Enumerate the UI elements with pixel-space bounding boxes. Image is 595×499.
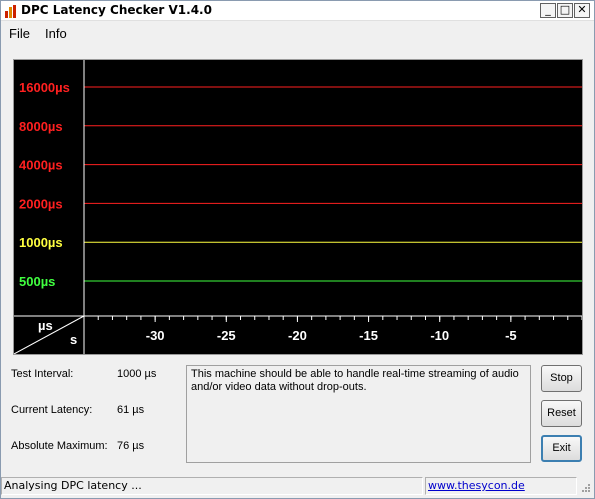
latency-chart: 16000µs 8000µs 4000µs 2000µs 1000µs 500µs µs s -…	[13, 59, 583, 355]
x-unit-label: s	[70, 332, 77, 347]
current-latency-label: Current Latency:	[11, 404, 93, 416]
chart-background	[14, 60, 582, 354]
status-link-panel: www.thesycon.de	[425, 477, 577, 495]
title-bar[interactable]: DPC Latency Checker V1.4.0 _ □ ✕	[1, 1, 594, 21]
menu-info[interactable]: Info	[45, 26, 67, 41]
close-button[interactable]: ✕	[574, 3, 590, 18]
current-latency-value: 61 µs	[117, 404, 145, 416]
exit-button[interactable]: Exit	[541, 435, 582, 462]
y-tick-label: 1000µs	[19, 235, 63, 250]
y-tick-label: 500µs	[19, 274, 55, 289]
app-window: DPC Latency Checker V1.4.0 _ □ ✕ File In…	[0, 0, 595, 499]
menu-bar: File Info	[1, 23, 594, 45]
absolute-maximum-value: 76 µs	[117, 440, 145, 452]
x-tick-label: -30	[146, 328, 165, 343]
y-tick-label: 4000µs	[19, 158, 63, 173]
x-tick-label: -20	[288, 328, 307, 343]
test-interval-value: 1000 µs	[117, 368, 157, 380]
window-title: DPC Latency Checker V1.4.0	[21, 3, 212, 17]
bar-chart-icon	[4, 4, 18, 18]
status-bar: Analysing DPC latency ... www.thesycon.d…	[1, 475, 594, 498]
stop-button[interactable]: Stop	[541, 365, 582, 392]
x-tick-label: -15	[359, 328, 378, 343]
x-tick-label: -5	[505, 328, 517, 343]
result-message: This machine should be able to handle re…	[186, 365, 531, 463]
latency-chart-svg: 16000µs 8000µs 4000µs 2000µs 1000µs 500µs µs s -…	[14, 60, 582, 354]
y-tick-label: 16000µs	[19, 80, 70, 95]
x-tick-label: -25	[217, 328, 236, 343]
test-interval-label: Test Interval:	[11, 368, 74, 380]
y-tick-label: 2000µs	[19, 196, 63, 211]
x-tick-label: -10	[430, 328, 449, 343]
menu-file[interactable]: File	[9, 26, 30, 41]
resize-grip-icon[interactable]	[579, 483, 591, 495]
y-tick-label: 8000µs	[19, 119, 63, 134]
reset-button[interactable]: Reset	[541, 400, 582, 427]
status-text: Analysing DPC latency ...	[1, 477, 423, 495]
website-link[interactable]: www.thesycon.de	[428, 479, 525, 492]
absolute-maximum-label: Absolute Maximum:	[11, 440, 108, 452]
maximize-button[interactable]: □	[557, 3, 573, 18]
minimize-button[interactable]: _	[540, 3, 556, 18]
y-unit-label: µs	[38, 318, 53, 333]
